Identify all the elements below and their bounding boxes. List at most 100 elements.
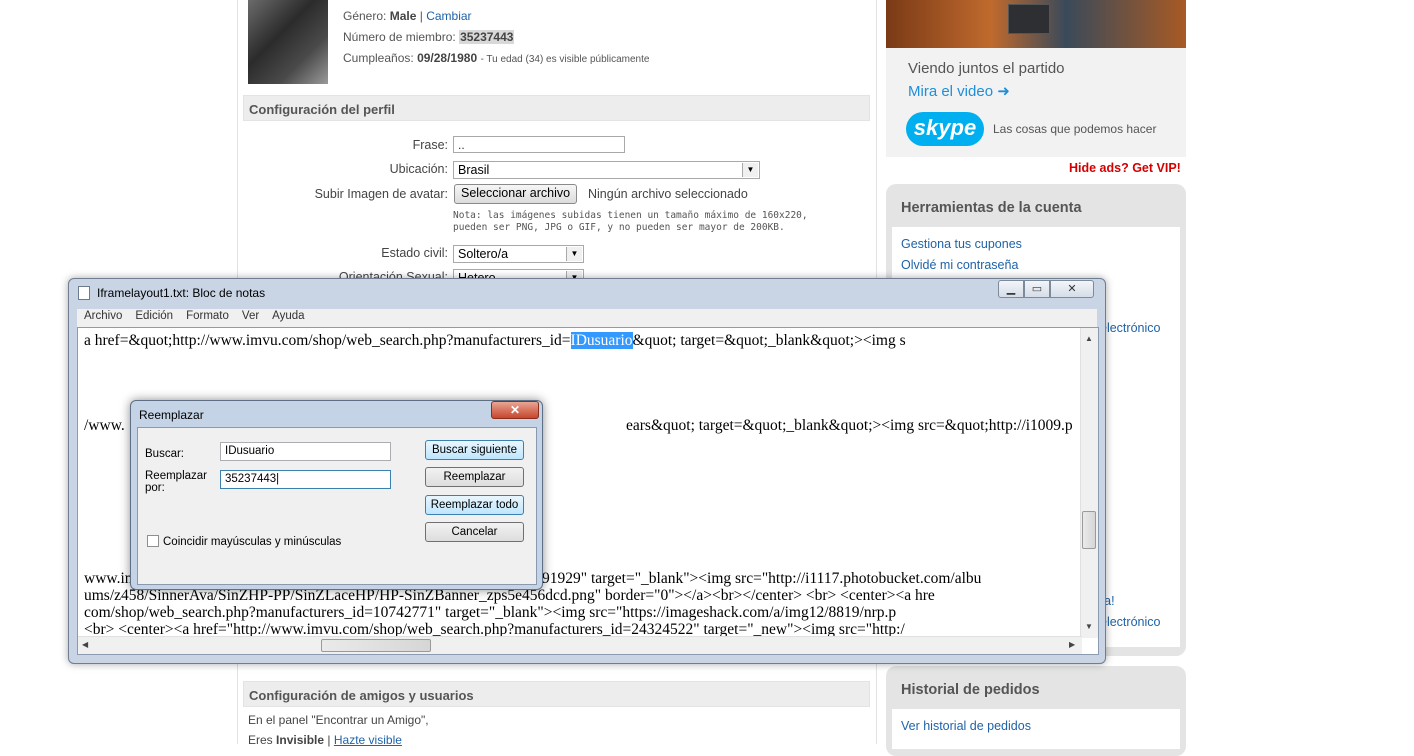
manage-coupons-link[interactable]: Gestiona tus cupones xyxy=(901,237,1022,251)
replace-dialog-title: Reemplazar xyxy=(139,408,204,422)
replace-input[interactable]: 35237443| xyxy=(220,470,391,489)
code-line-5: com/shop/web_search.php?manufacturers_id… xyxy=(84,604,897,621)
replace-dialog[interactable]: Reemplazar ✕ Buscar: IDusuario Reemplaza… xyxy=(130,400,543,590)
location-label: Ubicación: xyxy=(389,162,448,176)
change-gender-link[interactable]: Cambiar xyxy=(426,9,471,23)
birthday-label: Cumpleaños: xyxy=(343,51,414,65)
separator: | xyxy=(327,733,331,747)
replace-label: Reemplazar por: xyxy=(145,470,207,494)
scroll-up-icon[interactable]: ▲ xyxy=(1085,334,1093,343)
phrase-value: .. xyxy=(458,138,465,152)
code-line-2-end: ears&quot; target=&quot;_blank&quot;><im… xyxy=(626,417,1073,434)
view-orders-link[interactable]: Ver historial de pedidos xyxy=(901,719,1031,733)
avatar xyxy=(248,0,328,84)
hide-ads-vip-link[interactable]: Hide ads? Get VIP! xyxy=(1069,161,1181,175)
upload-note-line1: Nota: las imágenes subidas tienen un tam… xyxy=(453,210,808,221)
ad-image[interactable] xyxy=(886,0,1186,48)
selected-text: IDusuario xyxy=(570,332,633,349)
friends-panel-text: En el panel "Encontrar un Amigo", xyxy=(248,713,429,727)
menu-ver[interactable]: Ver xyxy=(242,310,259,322)
notepad-icon xyxy=(78,286,90,300)
menu-ayuda[interactable]: Ayuda xyxy=(272,310,304,322)
civil-status-select[interactable]: Soltero/a ▼ xyxy=(453,245,584,263)
email-link-2[interactable]: electrónico xyxy=(1100,615,1160,629)
vertical-scroll-thumb[interactable] xyxy=(1082,511,1096,549)
avatar-upload-label: Subir Imagen de avatar: xyxy=(314,187,448,201)
code-line-3-end: 91929" target="_blank"><img src="http://… xyxy=(542,570,982,587)
scroll-right-icon[interactable]: ▶ xyxy=(1069,640,1075,649)
civil-status-label: Estado civil: xyxy=(381,246,448,260)
upload-note-line2: pueden ser PNG, JPG o GIF, y no pueden s… xyxy=(453,222,785,233)
orders-panel: Historial de pedidos Ver historial de pe… xyxy=(886,666,1186,756)
chevron-down-icon: ▼ xyxy=(566,247,582,261)
separator: | xyxy=(419,9,423,23)
visibility-prefix: Eres xyxy=(248,733,273,747)
civil-status-value: Soltero/a xyxy=(458,247,509,261)
caption-buttons: ▁ ▭ ✕ xyxy=(998,280,1096,298)
replace-all-button[interactable]: Reemplazar todo xyxy=(425,495,524,515)
phrase-label: Frase: xyxy=(412,138,448,152)
notepad-title: Iframelayout1.txt: Bloc de notas xyxy=(97,286,266,300)
gender-label: Género: xyxy=(343,9,387,23)
visibility-row: Eres Invisible | Hazte visible xyxy=(248,733,402,747)
replace-value: 35237443 xyxy=(225,473,277,485)
vertical-scrollbar[interactable]: ▲ ▼ xyxy=(1080,328,1098,638)
forgot-password-link[interactable]: Olvidé mi contraseña xyxy=(901,258,1018,272)
choose-file-button[interactable]: Seleccionar archivo xyxy=(454,184,578,204)
gender-row: Género: Male | Cambiar xyxy=(343,9,472,23)
menu-archivo[interactable]: Archivo xyxy=(84,310,122,322)
become-visible-link[interactable]: Hazte visible xyxy=(334,733,402,747)
menu-edicion[interactable]: Edición xyxy=(135,310,173,322)
maximize-button[interactable]: ▭ xyxy=(1024,280,1050,298)
menu-bar: Archivo Edición Formato Ver Ayuda xyxy=(77,309,1097,327)
replace-label-line2: por: xyxy=(145,482,165,494)
birthday-value: 09/28/1980 xyxy=(417,51,478,65)
find-label: Buscar: xyxy=(145,448,184,460)
code-line-2-start: /www. xyxy=(84,417,125,434)
cancel-button[interactable]: Cancelar xyxy=(425,522,524,542)
replace-dialog-body: Buscar: IDusuario Reemplazar por: 352374… xyxy=(137,427,537,585)
profile-settings-header: Configuración del perfil xyxy=(243,95,870,121)
phrase-input[interactable]: .. xyxy=(453,136,625,153)
code-line-3-start: www.im xyxy=(84,570,137,587)
laptop-icon xyxy=(1008,4,1050,34)
account-tools-title: Herramientas de la cuenta xyxy=(901,200,1082,216)
find-value: IDusuario xyxy=(225,445,275,457)
member-number: 35237443 xyxy=(459,30,515,44)
member-row: Número de miembro: 35237443 xyxy=(343,30,515,44)
upload-note: Nota: las imágenes subidas tienen un tam… xyxy=(453,210,808,234)
age-note: - Tu edad (34) es visible públicamente xyxy=(480,54,650,65)
orders-title: Historial de pedidos xyxy=(901,682,1040,698)
location-value: Brasil xyxy=(458,163,490,177)
close-button[interactable]: ✕ xyxy=(1050,280,1094,298)
code-line-1-start: a href=&quot;http://www.imvu.com/shop/we… xyxy=(84,332,571,349)
ad-watch-video-link[interactable]: Mira el video ➜ xyxy=(908,82,1010,100)
replace-label-line1: Reemplazar xyxy=(145,470,207,482)
email-link[interactable]: electrónico xyxy=(1100,321,1160,335)
friends-settings-header: Configuración de amigos y usuarios xyxy=(243,681,870,707)
horizontal-scroll-thumb[interactable] xyxy=(321,639,431,652)
visibility-status: Invisible xyxy=(276,733,325,747)
ad-tagline: Las cosas que podemos hacer xyxy=(993,122,1157,136)
skype-ad[interactable]: Viendo juntos el partido Mira el video ➜… xyxy=(886,48,1186,157)
code-line-1-end: &quot; target=&quot;_blank&quot;><img s xyxy=(632,332,906,349)
dialog-close-button[interactable]: ✕ xyxy=(491,401,539,419)
replace-button[interactable]: Reemplazar xyxy=(425,467,524,487)
menu-formato[interactable]: Formato xyxy=(186,310,229,322)
scroll-left-icon[interactable]: ◀ xyxy=(82,640,88,649)
location-select[interactable]: Brasil ▼ xyxy=(453,161,760,179)
horizontal-scrollbar[interactable]: ◀ ▶ xyxy=(78,636,1082,654)
minimize-button[interactable]: ▁ xyxy=(998,280,1024,298)
ad-headline: Viendo juntos el partido xyxy=(908,60,1065,77)
match-case-label[interactable]: Coincidir mayúsculas y minúsculas xyxy=(163,536,341,548)
profile-settings-title: Configuración del perfil xyxy=(249,102,395,117)
find-input[interactable]: IDusuario xyxy=(220,442,391,461)
match-case-checkbox[interactable] xyxy=(147,535,159,547)
scroll-down-icon[interactable]: ▼ xyxy=(1085,622,1093,631)
member-label: Número de miembro: xyxy=(343,30,456,44)
gender-value: Male xyxy=(389,9,417,23)
find-next-button[interactable]: Buscar siguiente xyxy=(425,440,524,460)
code-line-1: a href=&quot;http://www.imvu.com/shop/we… xyxy=(84,332,906,349)
skype-logo: skype xyxy=(906,112,984,146)
chevron-down-icon: ▼ xyxy=(742,163,758,177)
